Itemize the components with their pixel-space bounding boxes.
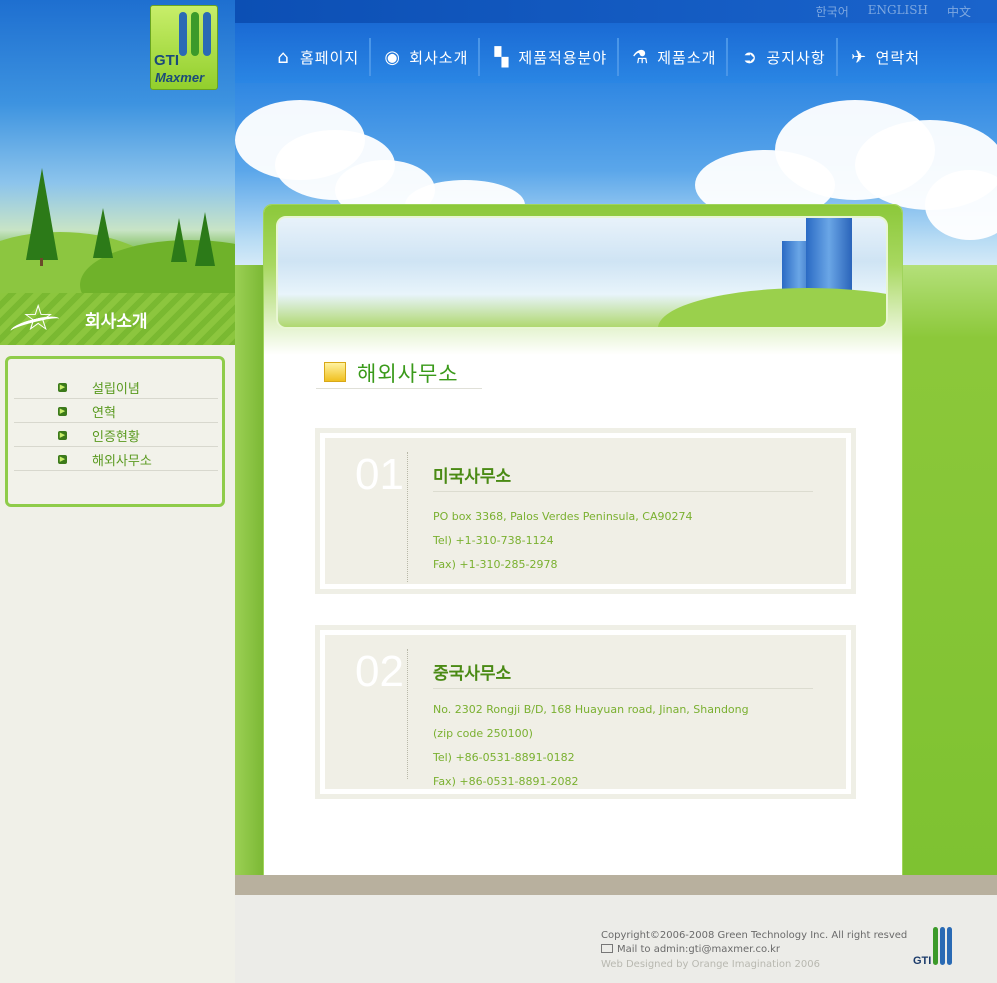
mail-link[interactable]: Mail to admin:gti@maxmer.co.kr <box>601 944 780 955</box>
sidebar-item-philosophy[interactable]: ▶ 설립이념 <box>14 375 218 399</box>
top-bar: 한국어 ENGLISH 中文 <box>235 0 997 23</box>
arrow-right-icon: ➲ <box>741 46 757 68</box>
nav-contact[interactable]: ✈ 연락처 <box>838 38 930 76</box>
nav-label: 연락처 <box>875 48 921 67</box>
sidebar-item-label: 연혁 <box>92 406 116 421</box>
footer-band <box>235 875 997 895</box>
lang-chinese-link[interactable]: 中文 <box>947 3 971 20</box>
footer: Copyright©2006-2008 Green Technology Inc… <box>235 895 997 983</box>
nav-products[interactable]: ⚗ 제품소개 <box>619 38 729 76</box>
office-card-usa: 01 미국사무소 PO box 3368, Palos Verdes Penin… <box>315 428 856 594</box>
office-address: PO box 3368, Palos Verdes Peninsula, CA9… <box>433 510 693 523</box>
page-title: 해외사무소 <box>357 362 459 386</box>
office-card-body: 01 미국사무소 PO box 3368, Palos Verdes Penin… <box>325 438 846 584</box>
nav-label: 공지사항 <box>766 48 826 67</box>
office-rule <box>433 688 813 689</box>
office-name: 중국사무소 <box>433 664 512 684</box>
grass-left-strip <box>235 265 265 875</box>
language-switcher: 한국어 ENGLISH 中文 <box>816 3 971 20</box>
bullet-arrow-icon: ▶ <box>58 431 67 440</box>
bullet-arrow-icon: ▶ <box>58 383 67 392</box>
nav-label: 제품적용분야 <box>518 48 608 67</box>
blocks-icon: ▚ <box>494 46 509 68</box>
office-tel: Tel) +86-0531-8891-0182 <box>433 751 575 764</box>
sidebar-section-title: 회사소개 <box>85 312 148 332</box>
mail-text: Mail to admin:gti@maxmer.co.kr <box>617 944 781 955</box>
eye-icon: ◉ <box>384 46 401 68</box>
office-divider <box>407 649 408 779</box>
office-fax: Fax) +1-310-285-2978 <box>433 558 558 571</box>
nav-applications[interactable]: ▚ 제품적용분야 <box>480 38 620 76</box>
bullet-arrow-icon: ▶ <box>58 407 67 416</box>
office-zip: (zip code 250100) <box>433 727 533 740</box>
plane-icon: ✈ <box>851 46 867 68</box>
lang-korean-link[interactable]: 한국어 <box>816 3 849 20</box>
office-name: 미국사무소 <box>433 467 512 487</box>
envelope-icon <box>601 944 613 953</box>
site-logo[interactable]: GTI Maxmer <box>150 5 218 90</box>
sidebar-item-overseas-offices[interactable]: ▶ 해외사무소 <box>14 447 218 471</box>
office-number: 02 <box>355 647 404 696</box>
office-divider <box>407 452 408 582</box>
nav-label: 제품소개 <box>657 48 717 67</box>
office-fax: Fax) +86-0531-8891-2082 <box>433 775 579 788</box>
sidebar-item-label: 인증현황 <box>92 430 140 445</box>
copyright-text: Copyright©2006-2008 Green Technology Inc… <box>601 930 908 941</box>
office-card-body: 02 중국사무소 No. 2302 Rongji B/D, 168 Huayua… <box>325 635 846 789</box>
main-navigation: ⌂ 홈페이지 ◉ 회사소개 ▚ 제품적용분야 ⚗ 제품소개 ➲ 공지사항 ✈ 연… <box>262 38 930 78</box>
left-column: GTI Maxmer ☆ 회사소개 ▶ 설립이념 ▶ 연혁 ▶ 인증현황 ▶ 해… <box>0 0 235 983</box>
home-icon: ⌂ <box>277 46 289 68</box>
flask-icon: ⚗ <box>632 46 649 68</box>
sidebar-item-history[interactable]: ▶ 연혁 <box>14 399 218 423</box>
office-number: 01 <box>355 450 404 499</box>
grass-right-strip <box>900 265 997 875</box>
logo-text-gti: GTI <box>154 52 179 69</box>
office-tel: Tel) +1-310-738-1124 <box>433 534 554 547</box>
bullet-arrow-icon: ▶ <box>58 455 67 464</box>
sidebar-section-header: ☆ 회사소개 <box>0 293 235 345</box>
note-icon <box>324 362 346 382</box>
nav-label: 회사소개 <box>409 48 469 67</box>
logo-mark <box>179 12 213 56</box>
lang-english-link[interactable]: ENGLISH <box>868 3 928 20</box>
sidebar-submenu: ▶ 설립이념 ▶ 연혁 ▶ 인증현황 ▶ 해외사무소 <box>5 356 225 507</box>
footer-logo-text: GTI <box>913 955 932 967</box>
designer-credit: Web Designed by Orange Imagination 2006 <box>601 959 820 970</box>
office-rule <box>433 491 813 492</box>
nav-home[interactable]: ⌂ 홈페이지 <box>262 38 372 76</box>
sidebar-item-certification[interactable]: ▶ 인증현황 <box>14 423 218 447</box>
footer-logo: GTI <box>913 925 959 971</box>
office-card-china: 02 중국사무소 No. 2302 Rongji B/D, 168 Huayua… <box>315 625 856 799</box>
office-address: No. 2302 Rongji B/D, 168 Huayuan road, J… <box>433 703 749 716</box>
logo-text-maxmer: Maxmer <box>155 70 205 85</box>
nav-company[interactable]: ◉ 회사소개 <box>371 38 481 76</box>
nav-notices[interactable]: ➲ 공지사항 <box>728 38 838 76</box>
content-banner-image <box>276 216 888 329</box>
sidebar-item-label: 설립이념 <box>92 382 140 397</box>
nav-label: 홈페이지 <box>300 48 360 67</box>
page-title-block: 해외사무소 <box>316 355 482 389</box>
sidebar-item-label: 해외사무소 <box>92 454 152 469</box>
